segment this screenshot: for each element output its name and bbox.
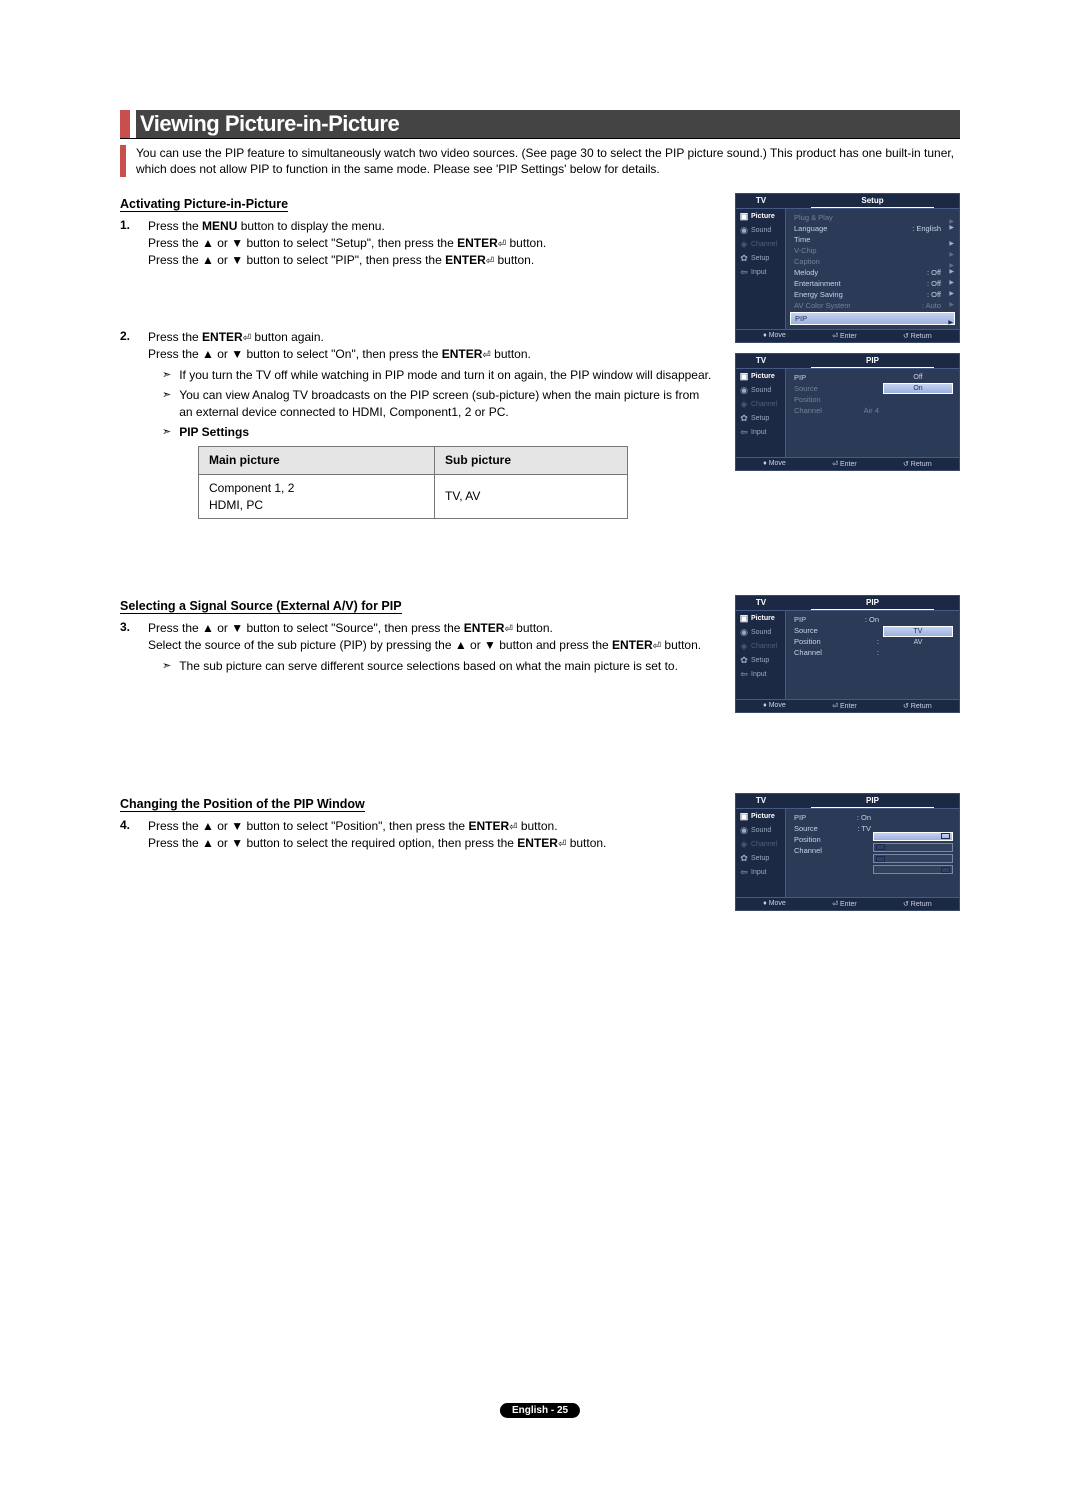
return-icon: ↺ Return xyxy=(903,332,932,340)
table-cell-sub: TV, AV xyxy=(434,474,627,519)
section-activating: Activating Picture-in-Picture 1. Press t… xyxy=(120,193,960,535)
input-icon: ⇦ xyxy=(739,669,749,679)
osd-pip-source: TV PIP ▣Picture ◉Sound ◈Channel ✿Setup ⇦… xyxy=(735,595,960,713)
intro-text: You can use the PIP feature to simultane… xyxy=(120,145,960,177)
page-number: English - 25 xyxy=(500,1403,580,1418)
note-analog-tv: You can view Analog TV broadcasts on the… xyxy=(162,387,715,419)
page-title: Viewing Picture-in-Picture xyxy=(136,110,960,138)
side-channel: ◈Channel xyxy=(736,237,785,251)
picture-icon: ▣ xyxy=(739,811,749,821)
step-2: 2. Press the ENTER button again. Press t… xyxy=(120,329,719,525)
table-header-main: Main picture xyxy=(199,446,435,474)
step-3: 3. Press the ▲ or ▼ button to select "So… xyxy=(120,620,719,678)
note-pip-settings: PIP Settings xyxy=(162,424,715,440)
picture-icon: ▣ xyxy=(739,613,749,623)
osd-pip-onoff: TV PIP ▣Picture ◉Sound ◈Channel ✿Setup ⇦… xyxy=(735,353,960,471)
setup-icon: ✿ xyxy=(739,413,749,423)
osd-setup-menu: TV Setup ▣Picture ◉Sound ◈Channel ✿Setup… xyxy=(735,193,960,343)
channel-icon: ◈ xyxy=(739,239,749,249)
sound-icon: ◉ xyxy=(739,825,749,835)
input-icon: ⇦ xyxy=(739,427,749,437)
sound-icon: ◉ xyxy=(739,627,749,637)
heading-activating: Activating Picture-in-Picture xyxy=(120,197,288,212)
enter-icon: ⏎ Enter xyxy=(832,332,857,340)
heading-position: Changing the Position of the PIP Window xyxy=(120,797,365,812)
section-signal-source: Selecting a Signal Source (External A/V)… xyxy=(120,595,960,723)
input-icon: ⇦ xyxy=(739,267,749,277)
page-title-bar: Viewing Picture-in-Picture xyxy=(120,110,960,139)
setup-icon: ✿ xyxy=(739,655,749,665)
side-setup: ✿Setup xyxy=(736,251,785,265)
side-picture: ▣Picture xyxy=(736,209,785,223)
step-1: 1. Press the MENU button to display the … xyxy=(120,218,719,269)
picture-icon: ▣ xyxy=(739,371,749,381)
osd-pip-position: TV PIP ▣Picture ◉Sound ◈Channel ✿Setup ⇦… xyxy=(735,793,960,911)
note-sub-source: The sub picture can serve different sour… xyxy=(162,658,715,674)
picture-icon: ▣ xyxy=(739,211,749,221)
channel-icon: ◈ xyxy=(739,641,749,651)
table-cell-main: Component 1, 2 HDMI, PC xyxy=(199,474,435,519)
channel-icon: ◈ xyxy=(739,839,749,849)
step-4: 4. Press the ▲ or ▼ button to select "Po… xyxy=(120,818,719,852)
side-input: ⇦Input xyxy=(736,265,785,279)
title-accent xyxy=(120,110,130,138)
note-pip-off: If you turn the TV off while watching in… xyxy=(162,367,715,383)
section-position: Changing the Position of the PIP Window … xyxy=(120,793,960,921)
table-header-sub: Sub picture xyxy=(434,446,627,474)
sound-icon: ◉ xyxy=(739,225,749,235)
input-icon: ⇦ xyxy=(739,867,749,877)
sound-icon: ◉ xyxy=(739,385,749,395)
channel-icon: ◈ xyxy=(739,399,749,409)
heading-signal-source: Selecting a Signal Source (External A/V)… xyxy=(120,599,402,614)
setup-icon: ✿ xyxy=(739,853,749,863)
setup-icon: ✿ xyxy=(739,253,749,263)
pip-settings-table: Main picture Sub picture Component 1, 2 … xyxy=(198,446,628,519)
move-icon: ♦ Move xyxy=(763,332,786,340)
side-sound: ◉Sound xyxy=(736,223,785,237)
